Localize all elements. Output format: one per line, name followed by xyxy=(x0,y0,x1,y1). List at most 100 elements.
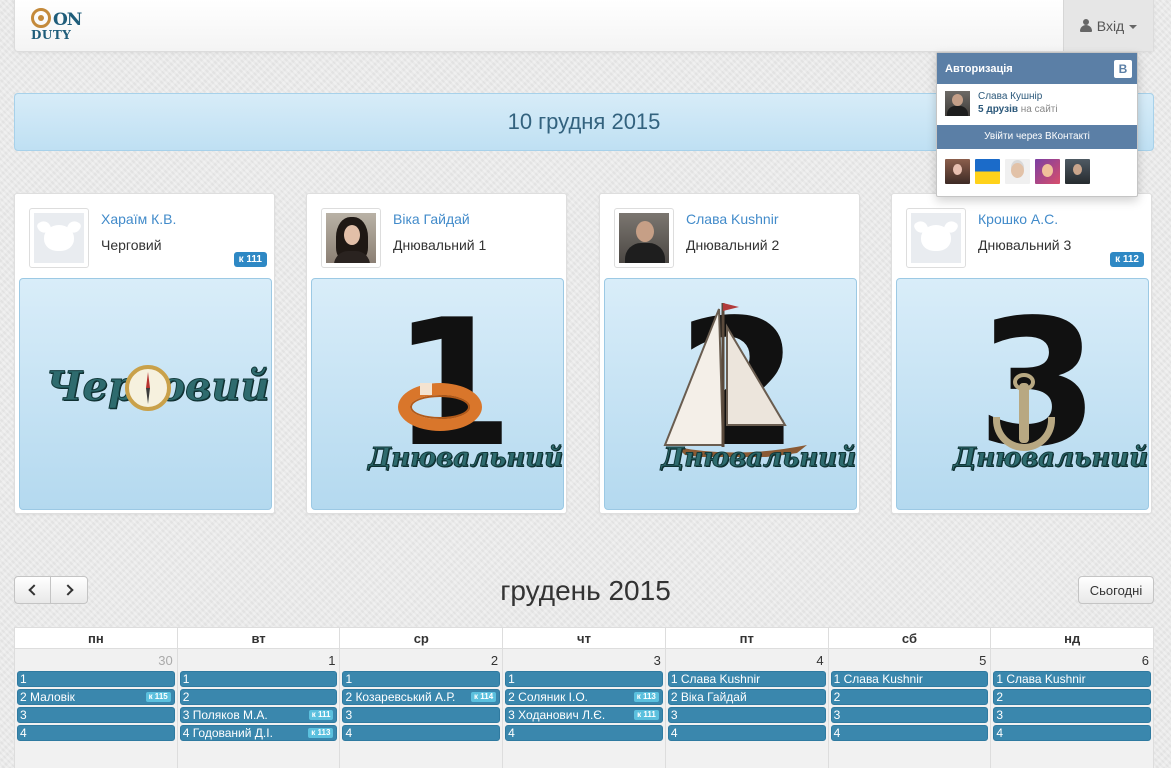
duty-event[interactable]: 3 Ходанович Л.Є. к 111 xyxy=(505,707,663,723)
duty-event[interactable]: 3 xyxy=(830,707,989,723)
duty-event[interactable]: 4 xyxy=(830,725,989,741)
weekday-tue: вт xyxy=(178,628,341,648)
vk-friends-count[interactable]: 5 друзів xyxy=(978,104,1018,115)
day-number: 30 xyxy=(158,653,173,668)
duty-event[interactable]: 2 xyxy=(830,689,989,705)
duty-role: Днювальний 3 xyxy=(978,237,1072,253)
calendar-day[interactable]: 5 1 Слава Kushnir 2 3 4 xyxy=(829,649,992,768)
room-badge: к 111 xyxy=(233,252,267,267)
today-button[interactable]: Сьогодні xyxy=(1078,576,1154,604)
vk-user-name[interactable]: Слава Кушнір xyxy=(978,91,1042,102)
event-label: 1 xyxy=(182,672,190,686)
duty-event[interactable]: 4 Годований Д.І. к 113 xyxy=(179,725,338,741)
duty-event[interactable]: 3 xyxy=(342,707,501,723)
event-room-badge: к 115 xyxy=(145,692,171,702)
avatar[interactable] xyxy=(321,208,381,268)
ship-wheel-icon xyxy=(31,8,51,28)
friend-avatar[interactable] xyxy=(1005,159,1030,184)
event-label: 4 xyxy=(345,726,353,740)
duty-card-officer: Хараїм К.В. Черговий к 111 Черговий xyxy=(14,193,275,514)
calendar-day[interactable]: 3 1 2 Соляник І.О. к 113 3 Ходанович Л.Є.… xyxy=(503,649,666,768)
duty-event[interactable]: 3 Поляков М.А. к 111 xyxy=(179,707,338,723)
duty-event[interactable]: 1 xyxy=(342,671,501,687)
event-room-badge: к 111 xyxy=(634,710,659,720)
duty-role: Днювальний 2 xyxy=(686,237,780,253)
avatar[interactable] xyxy=(29,208,89,268)
role-image-orderly-2: 2 Днювальний xyxy=(604,278,857,510)
duty-event[interactable]: 2 Соляник І.О. к 113 xyxy=(505,689,663,705)
compass-icon xyxy=(125,365,171,411)
avatar[interactable] xyxy=(906,208,966,268)
duty-person-name[interactable]: Віка Гайдай xyxy=(393,211,470,227)
role-image-word: Днювальний xyxy=(661,443,856,474)
event-label: 2 xyxy=(833,690,841,704)
duty-card-orderly-2: Слава Kushnir Днювальний 2 2 Днювальний xyxy=(599,193,860,514)
duty-event[interactable]: 1 Слава Kushnir xyxy=(667,671,826,687)
calendar-day[interactable]: 4 1 Слава Kushnir 2 Віка Гайдай 3 4 xyxy=(666,649,829,768)
duty-event[interactable]: 3 xyxy=(667,707,826,723)
calendar-weekday-header: пн вт ср чт пт сб нд xyxy=(15,628,1153,649)
event-label: 1 Слава Kushnir xyxy=(833,672,923,686)
day-number: 1 xyxy=(328,653,336,668)
event-label: 1 xyxy=(508,672,515,686)
event-label: 3 xyxy=(345,708,353,722)
event-label: 3 xyxy=(833,708,841,722)
sailboat-icon xyxy=(663,303,807,457)
friend-avatar[interactable] xyxy=(1065,159,1090,184)
weekday-mon: пн xyxy=(15,628,178,648)
event-label: 2 xyxy=(182,690,190,704)
duty-event[interactable]: 1 Слава Kushnir xyxy=(993,671,1152,687)
duty-event[interactable]: 3 xyxy=(993,707,1152,723)
duty-event[interactable]: 2 xyxy=(993,689,1152,705)
login-dropdown-toggle[interactable]: Вхід xyxy=(1063,0,1153,51)
avatar[interactable] xyxy=(614,208,674,268)
duty-event[interactable]: 2 Маловік к 115 xyxy=(17,689,175,705)
duty-person-name[interactable]: Слава Kushnir xyxy=(686,211,779,227)
duty-person-name[interactable]: Крошко А.С. xyxy=(978,211,1058,227)
vk-friends-suffix: на сайті xyxy=(1018,104,1058,115)
duty-event[interactable]: 1 Слава Kushnir xyxy=(830,671,989,687)
day-number: 3 xyxy=(653,653,661,668)
role-image-orderly-3: 3 Днювальний xyxy=(896,278,1149,510)
friend-avatar[interactable] xyxy=(945,159,970,184)
duty-event[interactable]: 4 xyxy=(17,725,175,741)
duty-person-name[interactable]: Хараїм К.В. xyxy=(101,211,176,227)
duty-event[interactable]: 4 xyxy=(342,725,501,741)
default-avatar-icon xyxy=(44,225,74,251)
vk-friends-info: 5 друзів на сайті xyxy=(978,104,1058,115)
calendar-day[interactable]: 1 1 2 3 Поляков М.А. к 111 4 Годований Д.… xyxy=(178,649,341,768)
login-label: Вхід xyxy=(1096,17,1125,34)
on-duty-logo[interactable]: ON DUTY xyxy=(29,6,89,46)
duty-event[interactable]: 4 xyxy=(667,725,826,741)
calendar-day[interactable]: 6 1 Слава Kushnir 2 3 4 xyxy=(991,649,1153,768)
duty-event[interactable]: 2 Віка Гайдай xyxy=(667,689,826,705)
default-avatar-icon xyxy=(921,225,951,251)
lifebuoy-icon xyxy=(398,383,482,431)
calendar-day[interactable]: 2 1 2 Козаревський А.Р. к 114 3 4 xyxy=(340,649,504,768)
friend-avatar[interactable] xyxy=(975,159,1000,184)
vk-login-button[interactable]: Увійти через ВКонтакті xyxy=(937,125,1137,149)
duty-event[interactable]: 2 xyxy=(179,689,338,705)
event-label: 4 xyxy=(670,726,678,740)
event-label: 3 Поляков М.А. xyxy=(182,708,268,722)
calendar-month-title: грудень 2015 xyxy=(500,575,671,606)
day-number: 5 xyxy=(979,653,987,668)
duty-event[interactable]: 4 xyxy=(993,725,1152,741)
next-month-button[interactable] xyxy=(51,576,88,604)
duty-event[interactable]: 4 xyxy=(505,725,663,741)
vk-user-avatar[interactable] xyxy=(945,91,970,116)
event-label: 3 xyxy=(670,708,678,722)
friend-avatar[interactable] xyxy=(1035,159,1060,184)
calendar-nav xyxy=(14,576,88,604)
duty-event[interactable]: 2 Козаревський А.Р. к 114 xyxy=(342,689,501,705)
duty-event[interactable]: 1 xyxy=(179,671,338,687)
event-room-badge: к 111 xyxy=(308,710,334,720)
event-label: 2 Соляник І.О. xyxy=(508,690,588,704)
calendar-day[interactable]: 30 1 2 Маловік к 115 3 4 xyxy=(15,649,178,768)
prev-month-button[interactable] xyxy=(14,576,51,604)
duty-event[interactable]: 1 xyxy=(17,671,175,687)
event-label: 2 Віка Гайдай xyxy=(670,690,747,704)
duty-event[interactable]: 1 xyxy=(505,671,663,687)
event-label: 4 xyxy=(996,726,1003,740)
duty-event[interactable]: 3 xyxy=(17,707,175,723)
